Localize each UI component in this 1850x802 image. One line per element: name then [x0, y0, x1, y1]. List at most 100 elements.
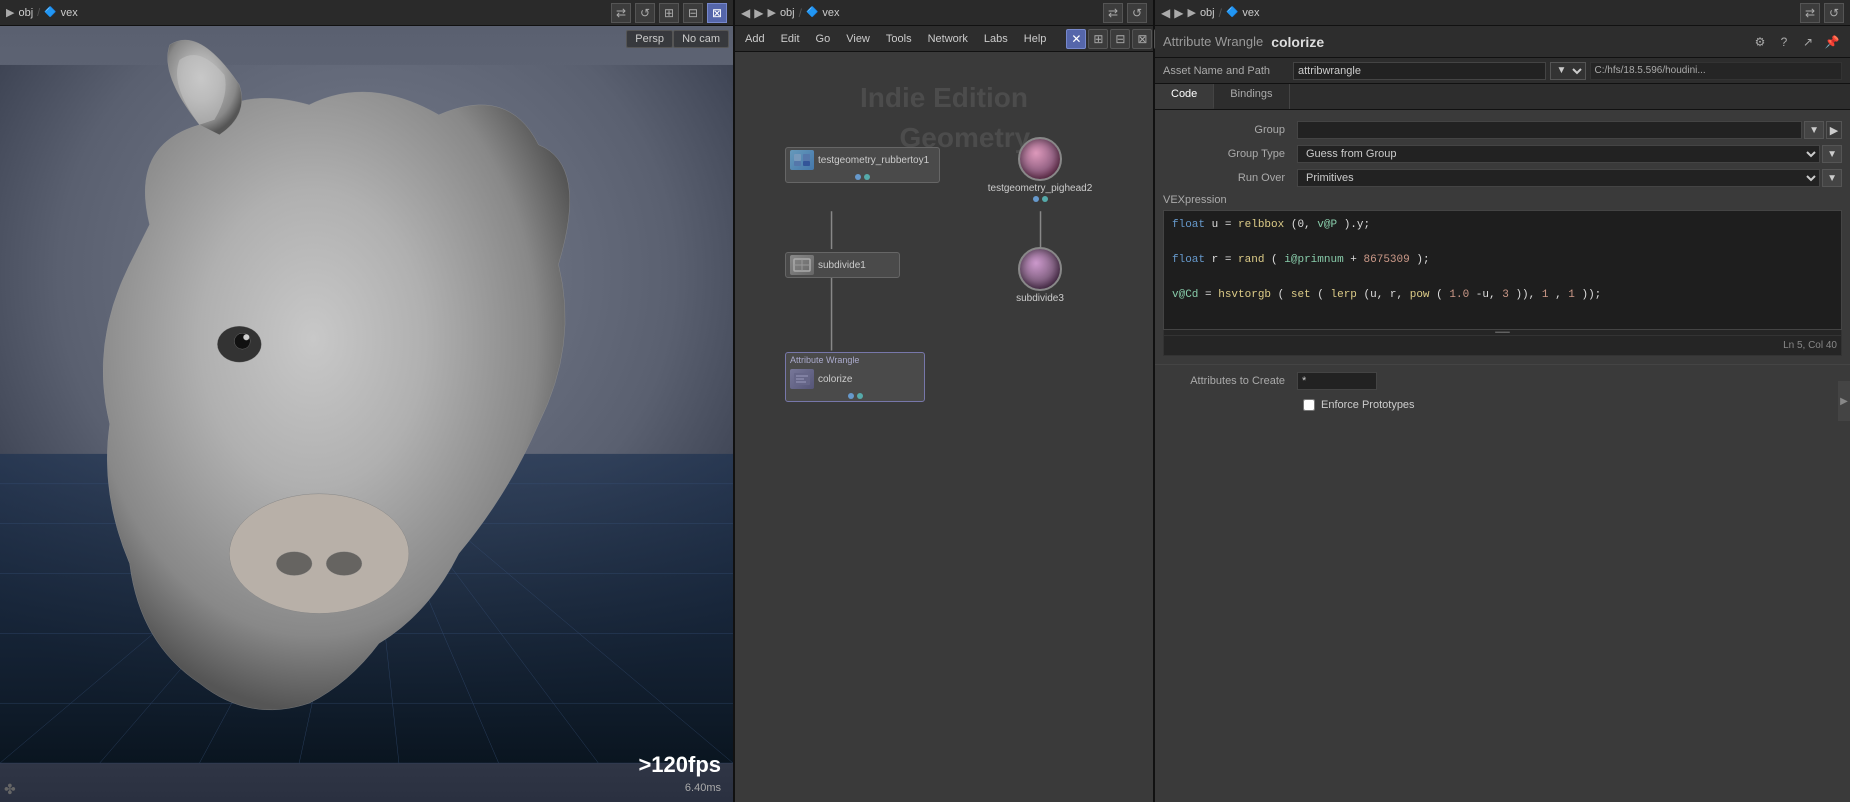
- corner-icon: ✤: [4, 781, 16, 798]
- prop-params-area: Group ▼ ▶ Group Type Guess from Group ▼: [1155, 110, 1850, 802]
- param-group-input[interactable]: [1297, 121, 1802, 139]
- viewport-display-icon[interactable]: ⊠: [707, 3, 727, 23]
- ng-forward-btn[interactable]: ▶: [754, 6, 763, 20]
- ng-menu-view[interactable]: View: [842, 31, 874, 47]
- prop-help-icon[interactable]: ?: [1774, 32, 1794, 52]
- ng-sep: /: [799, 6, 802, 20]
- prop-tabs: Code Bindings: [1155, 84, 1850, 110]
- ng-menu-network[interactable]: Network: [924, 31, 972, 47]
- prop-asset-path: C:/hfs/18.5.596/houdini...: [1590, 62, 1843, 80]
- enforce-prototypes-row: Enforce Prototypes: [1155, 393, 1850, 417]
- node-rubbertoy[interactable]: testgeometry_rubbertoy1: [785, 147, 940, 183]
- viewport-grid-icon1[interactable]: ⊞: [659, 3, 679, 23]
- viewport-sync-icon[interactable]: ⇄: [611, 3, 631, 23]
- param-group-container: ▼ ▶: [1297, 121, 1842, 139]
- viewport-canvas[interactable]: Persp No cam >120fps 6.40ms ✤: [0, 26, 733, 802]
- param-run-over-btn[interactable]: ▼: [1822, 169, 1842, 187]
- nodegraph-menubar: Add Edit Go View Tools Network Labs Help…: [735, 26, 1153, 52]
- perspective-button[interactable]: Persp: [626, 30, 673, 48]
- prop-expand-icon[interactable]: ↗: [1798, 32, 1818, 52]
- param-group-type-select[interactable]: Guess from Group: [1297, 145, 1820, 163]
- param-group-arrow-btn[interactable]: ▶: [1826, 121, 1842, 139]
- viewport-grid-icon2[interactable]: ⊟: [683, 3, 703, 23]
- prop-asset-name-label: Asset Name and Path: [1163, 65, 1293, 77]
- vex-statusbar: Ln 5, Col 40: [1163, 336, 1842, 356]
- node-pighead-label: testgeometry_pighead2: [988, 183, 1093, 194]
- param-group-type-btn[interactable]: ▼: [1822, 145, 1842, 163]
- ng-menu-go[interactable]: Go: [812, 31, 835, 47]
- ng-tool-icon-layout3[interactable]: ⊠: [1132, 29, 1152, 49]
- param-group-type-row: Group Type Guess from Group ▼: [1155, 142, 1850, 166]
- ng-back-btn[interactable]: ◀: [741, 6, 750, 20]
- viewport-file-icon: 🔷: [44, 7, 56, 18]
- prop-expand-handle[interactable]: ▶: [1838, 381, 1850, 421]
- prop-asset-dropdown[interactable]: ▼: [1550, 62, 1586, 80]
- node-wrangle-colorize[interactable]: Attribute Wrangle colorize: [785, 352, 925, 402]
- param-run-over-row: Run Over Primitives ▼: [1155, 166, 1850, 190]
- camera-button[interactable]: No cam: [673, 30, 729, 48]
- prop-gear-icon[interactable]: ⚙: [1750, 32, 1770, 52]
- prop-sync-icon[interactable]: ⇄: [1800, 3, 1820, 23]
- ng-tool-icon-layout1[interactable]: ⊞: [1088, 29, 1108, 49]
- attr-create-row: Attributes to Create: [1155, 369, 1850, 393]
- node-icon-rubbertoy: [790, 150, 814, 170]
- node-pighead[interactable]: testgeometry_pighead2: [990, 137, 1090, 202]
- prop-back-btn[interactable]: ◀: [1161, 6, 1170, 20]
- node-subdivide1[interactable]: subdivide1: [785, 252, 900, 278]
- tab-code[interactable]: Code: [1155, 84, 1214, 109]
- ng-refresh-icon[interactable]: ↺: [1127, 3, 1147, 23]
- ng-file-icon: 🔷: [806, 7, 818, 18]
- ng-tool-icon-select[interactable]: ✕: [1066, 29, 1086, 49]
- properties-header: Attribute Wrangle colorize ⚙ ? ↗ 📌: [1155, 26, 1850, 58]
- vex-status-ln-col: Ln 5, Col 40: [1783, 340, 1837, 351]
- vex-line-2: float r = rand ( i@primnum + 8675309 );: [1172, 252, 1833, 270]
- prop-pin-icon[interactable]: 📌: [1822, 32, 1842, 52]
- node-wrangle-dots: [786, 391, 924, 401]
- viewport-context-icon: ▶: [6, 6, 14, 19]
- prop-file-icon: 🔷: [1226, 7, 1238, 18]
- ng-menu-edit[interactable]: Edit: [777, 31, 804, 47]
- properties-topbar: ◀ ▶ ▶ obj / 🔷 vex ⇄ ↺: [1155, 0, 1850, 26]
- vex-section: VEXpression float u = relbbox (0, v@P ).…: [1155, 190, 1850, 360]
- param-group-dropdown-btn[interactable]: ▼: [1804, 121, 1824, 139]
- enforce-prototypes-checkbox[interactable]: [1303, 399, 1315, 411]
- nodegraph-canvas[interactable]: Indie Edition Geometry testgeometry_: [735, 52, 1153, 802]
- node-rubbertoy-label: testgeometry_rubbertoy1: [818, 155, 929, 166]
- pig-head-svg: [0, 26, 733, 802]
- ng-menu-labs[interactable]: Labs: [980, 31, 1012, 47]
- param-run-over-select[interactable]: Primitives: [1297, 169, 1820, 187]
- ng-menu-tools[interactable]: Tools: [882, 31, 916, 47]
- prop-asset-value-container: ▼ C:/hfs/18.5.596/houdini...: [1293, 62, 1842, 80]
- node-rubbertoy-dots: [786, 172, 939, 182]
- prop-refresh-icon[interactable]: ↺: [1824, 3, 1844, 23]
- node-subdivide1-label: subdivide1: [818, 260, 866, 271]
- prop-asset-row: Asset Name and Path ▼ C:/hfs/18.5.596/ho…: [1155, 58, 1850, 84]
- ng-tool-icon-layout2[interactable]: ⊟: [1110, 29, 1130, 49]
- param-group-label: Group: [1163, 124, 1293, 136]
- node-icon-wrangle: [790, 369, 814, 389]
- node-subdivide3[interactable]: subdivide3: [990, 247, 1090, 304]
- tab-bindings[interactable]: Bindings: [1214, 84, 1289, 109]
- ng-sync-icon[interactable]: ⇄: [1103, 3, 1123, 23]
- prop-forward-btn[interactable]: ▶: [1174, 6, 1183, 20]
- attr-create-input[interactable]: [1297, 372, 1377, 390]
- viewport-file-label: vex: [61, 7, 78, 19]
- param-group-row: Group ▼ ▶: [1155, 118, 1850, 142]
- ng-context-icon: ▶: [767, 6, 775, 19]
- viewport-sep1: /: [37, 7, 40, 19]
- viewport-refresh-icon[interactable]: ↺: [635, 3, 655, 23]
- node-wrangle-label: colorize: [818, 374, 852, 385]
- ng-context-label: obj: [780, 7, 795, 19]
- vex-line-1: float u = relbbox (0, v@P ).y;: [1172, 217, 1833, 235]
- viewport-topbar: ▶ obj / 🔷 vex ⇄ ↺ ⊞ ⊟ ⊠: [0, 0, 733, 26]
- vex-editor[interactable]: float u = relbbox (0, v@P ).y; float r =…: [1163, 210, 1842, 330]
- prop-asset-name-input[interactable]: [1293, 62, 1546, 80]
- ng-menu-help[interactable]: Help: [1020, 31, 1051, 47]
- param-run-over-container: Primitives ▼: [1297, 169, 1842, 187]
- ng-menu-add[interactable]: Add: [741, 31, 769, 47]
- prop-sep: /: [1219, 6, 1222, 20]
- fps-display: >120fps: [638, 752, 721, 778]
- properties-panel: ◀ ▶ ▶ obj / 🔷 vex ⇄ ↺ Attribute Wrangle …: [1155, 0, 1850, 802]
- ng-file-label: vex: [822, 7, 839, 19]
- ng-watermark-indie: Indie Edition: [860, 82, 1028, 114]
